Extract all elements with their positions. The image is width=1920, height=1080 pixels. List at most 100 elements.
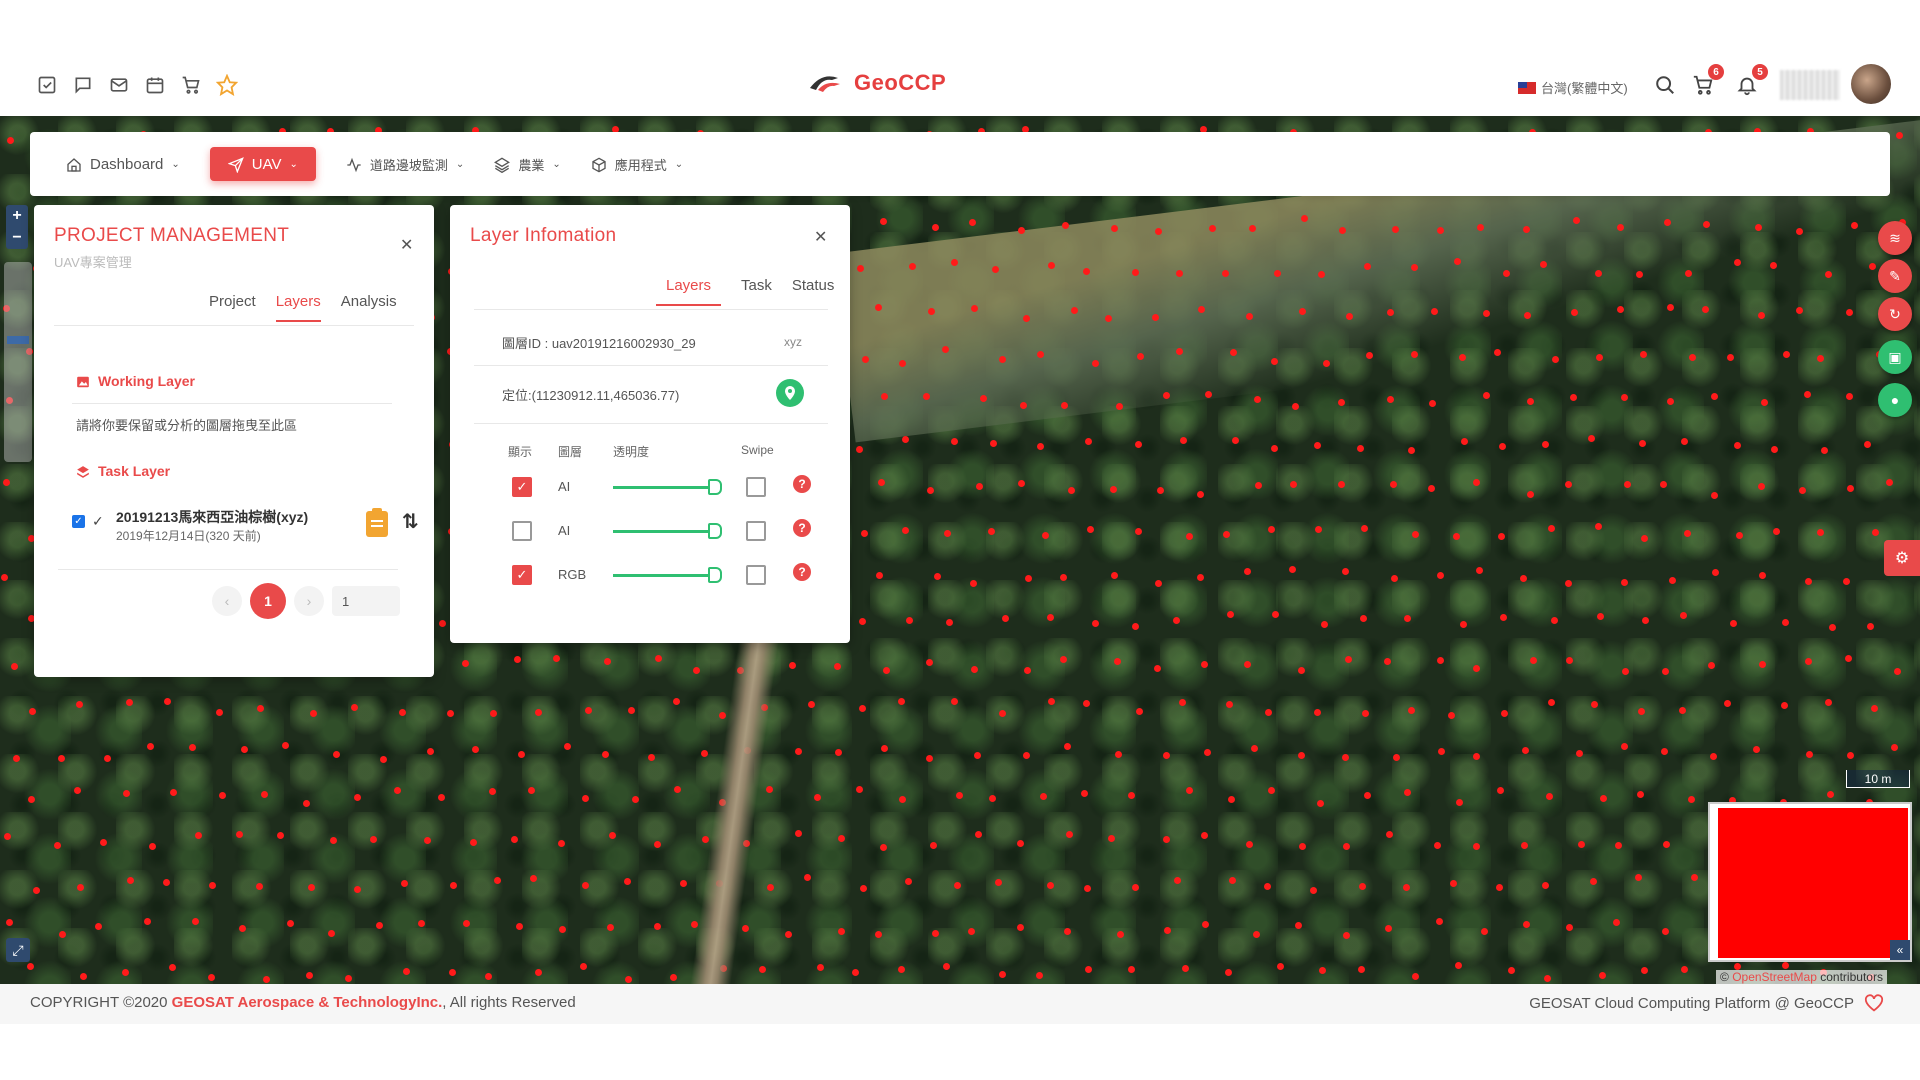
user-fab-button[interactable]: ● bbox=[1878, 383, 1912, 417]
zoom-out-button[interactable]: − bbox=[6, 227, 28, 249]
nav-uav[interactable]: UAV ⌄ bbox=[209, 147, 316, 181]
layers-fab-button[interactable]: ≋ bbox=[1878, 221, 1912, 255]
tree-marker bbox=[353, 885, 361, 893]
brand-logo[interactable]: GeoCCP bbox=[808, 70, 946, 96]
current-page[interactable]: 1 bbox=[250, 583, 286, 619]
task-layer-checkbox[interactable]: ✓ bbox=[72, 515, 85, 528]
opacity-slider-thumb[interactable] bbox=[708, 523, 722, 539]
collapse-minimap-button[interactable]: « bbox=[1890, 940, 1910, 960]
nav-apps[interactable]: 應用程式 ⌄ bbox=[591, 155, 683, 174]
tree-marker bbox=[1137, 353, 1145, 361]
tree-marker bbox=[1660, 480, 1668, 488]
nav-slope-monitoring[interactable]: 道路邊坡監測 ⌄ bbox=[346, 155, 464, 174]
swipe-checkbox[interactable] bbox=[746, 477, 766, 497]
fullscreen-button[interactable]: ⤢ bbox=[6, 938, 30, 962]
avatar[interactable] bbox=[1851, 64, 1891, 104]
tab-task[interactable]: Task bbox=[741, 277, 772, 306]
tree-marker bbox=[1390, 480, 1398, 488]
panel-subtitle: UAV專案管理 bbox=[54, 255, 132, 270]
platform-text: GEOSAT Cloud Computing Platform @ GeoCCP bbox=[1529, 994, 1854, 1012]
nav-agriculture[interactable]: 農業 ⌄ bbox=[494, 155, 561, 174]
calendar-icon[interactable] bbox=[144, 74, 166, 96]
star-icon[interactable] bbox=[216, 74, 238, 96]
language-selector[interactable]: 台灣(繁體中文) bbox=[1518, 78, 1628, 97]
tree-marker bbox=[1084, 966, 1092, 974]
tab-project[interactable]: Project bbox=[209, 293, 256, 322]
tree-marker bbox=[765, 786, 773, 794]
tree-marker bbox=[1571, 308, 1579, 316]
opacity-slider[interactable] bbox=[613, 530, 715, 533]
close-icon[interactable]: ✕ bbox=[400, 235, 413, 255]
tree-marker bbox=[1040, 793, 1048, 801]
working-layer-dropzone[interactable]: 請將你要保留或分析的圖層拖曳至此區 bbox=[76, 415, 297, 434]
tree-marker bbox=[928, 307, 936, 315]
tree-marker bbox=[1726, 354, 1734, 362]
tab-layers[interactable]: Layers bbox=[656, 277, 722, 306]
help-icon[interactable]: ? bbox=[793, 519, 811, 537]
help-icon[interactable]: ? bbox=[793, 563, 811, 581]
search-icon[interactable] bbox=[1652, 72, 1678, 98]
tree-marker bbox=[813, 794, 821, 802]
notifications-button[interactable]: 5 bbox=[1734, 64, 1768, 98]
mail-icon[interactable] bbox=[108, 74, 130, 96]
company-link[interactable]: GEOSAT Aerospace & TechnologyInc. bbox=[172, 994, 443, 1011]
edit-fab-button[interactable]: ✎ bbox=[1878, 259, 1912, 293]
column-layer: 圖層 bbox=[558, 445, 583, 459]
tree-marker bbox=[998, 970, 1006, 978]
tab-layers[interactable]: Layers bbox=[275, 293, 321, 322]
tree-marker bbox=[1154, 664, 1162, 672]
double-chevron-left-icon: « bbox=[1896, 943, 1904, 957]
tree-marker bbox=[1110, 486, 1118, 494]
tree-marker bbox=[859, 885, 867, 893]
zoom-slider-thumb[interactable] bbox=[7, 336, 29, 344]
nav-dashboard[interactable]: Dashboard ⌄ bbox=[66, 155, 180, 173]
save-fab-button[interactable]: ▣ bbox=[1878, 340, 1912, 374]
refresh-fab-button[interactable]: ↻ bbox=[1878, 297, 1912, 331]
tree-marker bbox=[1616, 224, 1624, 232]
layer-visibility-checkbox[interactable] bbox=[512, 521, 532, 541]
chat-icon[interactable] bbox=[72, 74, 94, 96]
opacity-slider-thumb[interactable] bbox=[708, 567, 722, 583]
tree-marker bbox=[103, 754, 111, 762]
task-layer-item[interactable]: ✓ ✓ 20191213馬來西亞油棕樹(xyz) 2019年12月14日(320… bbox=[72, 503, 419, 547]
zoom-slider[interactable] bbox=[4, 262, 32, 462]
page-jump-input[interactable]: 1 bbox=[332, 586, 400, 616]
tree-marker bbox=[376, 921, 384, 929]
tree-marker bbox=[909, 263, 917, 270]
layer-visibility-checkbox[interactable]: ✓ bbox=[512, 565, 532, 585]
prev-page-button[interactable]: ‹ bbox=[212, 586, 242, 616]
layer-visibility-checkbox[interactable]: ✓ bbox=[512, 477, 532, 497]
opacity-slider-thumb[interactable] bbox=[708, 479, 722, 495]
tab-analysis[interactable]: Analysis bbox=[341, 293, 397, 322]
help-icon[interactable]: ? bbox=[793, 475, 811, 493]
settings-tab-button[interactable]: ⚙ bbox=[1884, 540, 1920, 576]
header-cart-button[interactable]: 6 bbox=[1690, 64, 1724, 98]
layer-id: 圖層ID : uav20191216002930_29 bbox=[502, 336, 696, 351]
tree-marker bbox=[218, 792, 226, 800]
user-name-blurred[interactable] bbox=[1780, 70, 1840, 100]
opacity-slider[interactable] bbox=[613, 574, 715, 577]
opacity-slider[interactable] bbox=[613, 486, 715, 489]
tree-marker bbox=[1494, 349, 1502, 357]
tree-marker bbox=[898, 359, 906, 367]
tree-marker bbox=[1761, 399, 1769, 407]
sort-arrows-icon[interactable]: ⇅ bbox=[402, 509, 419, 534]
tree-marker bbox=[1599, 795, 1607, 803]
clipboard-icon[interactable] bbox=[366, 508, 388, 537]
check-square-icon[interactable] bbox=[36, 74, 58, 96]
close-icon[interactable]: ✕ bbox=[814, 227, 827, 247]
layer-type: xyz bbox=[784, 335, 802, 349]
locate-button[interactable] bbox=[776, 379, 804, 407]
next-page-button[interactable]: › bbox=[294, 586, 324, 616]
tree-marker bbox=[1163, 392, 1171, 400]
zoom-in-button[interactable]: + bbox=[6, 205, 28, 227]
swipe-checkbox[interactable] bbox=[746, 521, 766, 541]
tab-status[interactable]: Status bbox=[792, 277, 835, 306]
osm-link[interactable]: OpenStreetMap bbox=[1732, 970, 1817, 984]
tree-marker bbox=[1499, 614, 1507, 622]
tree-marker bbox=[168, 963, 176, 971]
overview-minimap[interactable] bbox=[1708, 802, 1912, 962]
tree-marker bbox=[1035, 971, 1043, 979]
cart-icon[interactable] bbox=[180, 74, 202, 96]
swipe-checkbox[interactable] bbox=[746, 565, 766, 585]
